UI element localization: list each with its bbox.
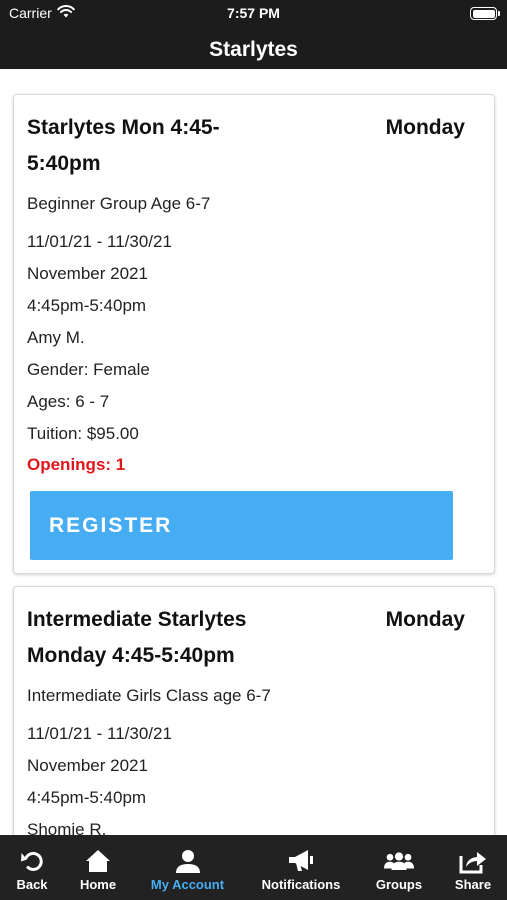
tab-label: Groups bbox=[375, 877, 423, 892]
class-card: Starlytes Mon 4:45- 5:40pm Monday Beginn… bbox=[13, 94, 495, 574]
tab-home[interactable]: Home bbox=[64, 835, 132, 900]
tab-share[interactable]: Share bbox=[439, 835, 507, 900]
class-title: Intermediate Starlytes Monday 4:45-5:40p… bbox=[27, 602, 327, 674]
tab-groups[interactable]: Groups bbox=[359, 835, 439, 900]
status-time: 7:57 PM bbox=[227, 5, 280, 21]
megaphone-icon bbox=[286, 847, 316, 875]
register-button[interactable]: REGISTER bbox=[30, 491, 453, 560]
tab-label: Home bbox=[79, 877, 117, 892]
tab-my-account[interactable]: My Account bbox=[132, 835, 243, 900]
class-day: Monday bbox=[385, 116, 465, 139]
battery-fill bbox=[472, 9, 495, 18]
class-title-line-1: Intermediate Starlytes bbox=[27, 608, 247, 631]
class-tuition: Tuition: $95.00 bbox=[27, 424, 139, 443]
tab-bar: Back Home My Account Notifications Group… bbox=[0, 835, 507, 900]
class-day: Monday bbox=[385, 608, 465, 631]
class-card: Intermediate Starlytes Monday 4:45-5:40p… bbox=[13, 586, 495, 835]
class-date-range: 11/01/21 - 11/30/21 bbox=[27, 724, 172, 743]
class-time: 4:45pm-5:40pm bbox=[27, 296, 147, 315]
class-title-line-2: 5:40pm bbox=[27, 152, 101, 175]
groups-icon bbox=[384, 847, 414, 875]
tab-back[interactable]: Back bbox=[0, 835, 64, 900]
nav-bar: Starlytes bbox=[0, 30, 507, 69]
user-icon bbox=[173, 847, 203, 875]
class-list[interactable]: Starlytes Mon 4:45- 5:40pm Monday Beginn… bbox=[0, 69, 507, 835]
class-title-line-1: Starlytes Mon 4:45- bbox=[27, 116, 220, 139]
status-bar: Carrier 7:57 PM bbox=[0, 0, 507, 30]
class-date-range: 11/01/21 - 11/30/21 bbox=[27, 232, 172, 251]
tab-label: Notifications bbox=[261, 877, 341, 892]
class-description: Beginner Group Age 6-7 bbox=[27, 194, 211, 213]
back-arrow-icon bbox=[17, 847, 47, 875]
tab-label: Back bbox=[16, 877, 48, 892]
tab-notifications[interactable]: Notifications bbox=[243, 835, 359, 900]
class-month: November 2021 bbox=[27, 756, 148, 775]
share-icon bbox=[458, 847, 488, 875]
class-title: Starlytes Mon 4:45- 5:40pm bbox=[27, 110, 327, 182]
class-month: November 2021 bbox=[27, 264, 148, 283]
class-gender: Gender: Female bbox=[27, 360, 150, 379]
page-title: Starlytes bbox=[209, 38, 298, 61]
class-card-body: Intermediate Starlytes Monday 4:45-5:40p… bbox=[27, 587, 481, 835]
class-ages: Ages: 6 - 7 bbox=[27, 392, 110, 411]
class-openings: Openings: 1 bbox=[27, 455, 126, 474]
tab-label: Share bbox=[454, 877, 492, 892]
class-time: 4:45pm-5:40pm bbox=[27, 788, 147, 807]
class-instructor: Shomie R. bbox=[27, 820, 107, 835]
class-title-line-2: Monday 4:45-5:40pm bbox=[27, 644, 235, 667]
class-instructor: Amy M. bbox=[27, 328, 85, 347]
battery-icon bbox=[470, 7, 500, 20]
tab-label: My Account bbox=[150, 877, 225, 892]
app-screen: Carrier 7:57 PM Starlytes Starlytes Mon … bbox=[0, 0, 507, 900]
home-icon bbox=[83, 847, 113, 875]
class-description: Intermediate Girls Class age 6-7 bbox=[27, 686, 271, 705]
